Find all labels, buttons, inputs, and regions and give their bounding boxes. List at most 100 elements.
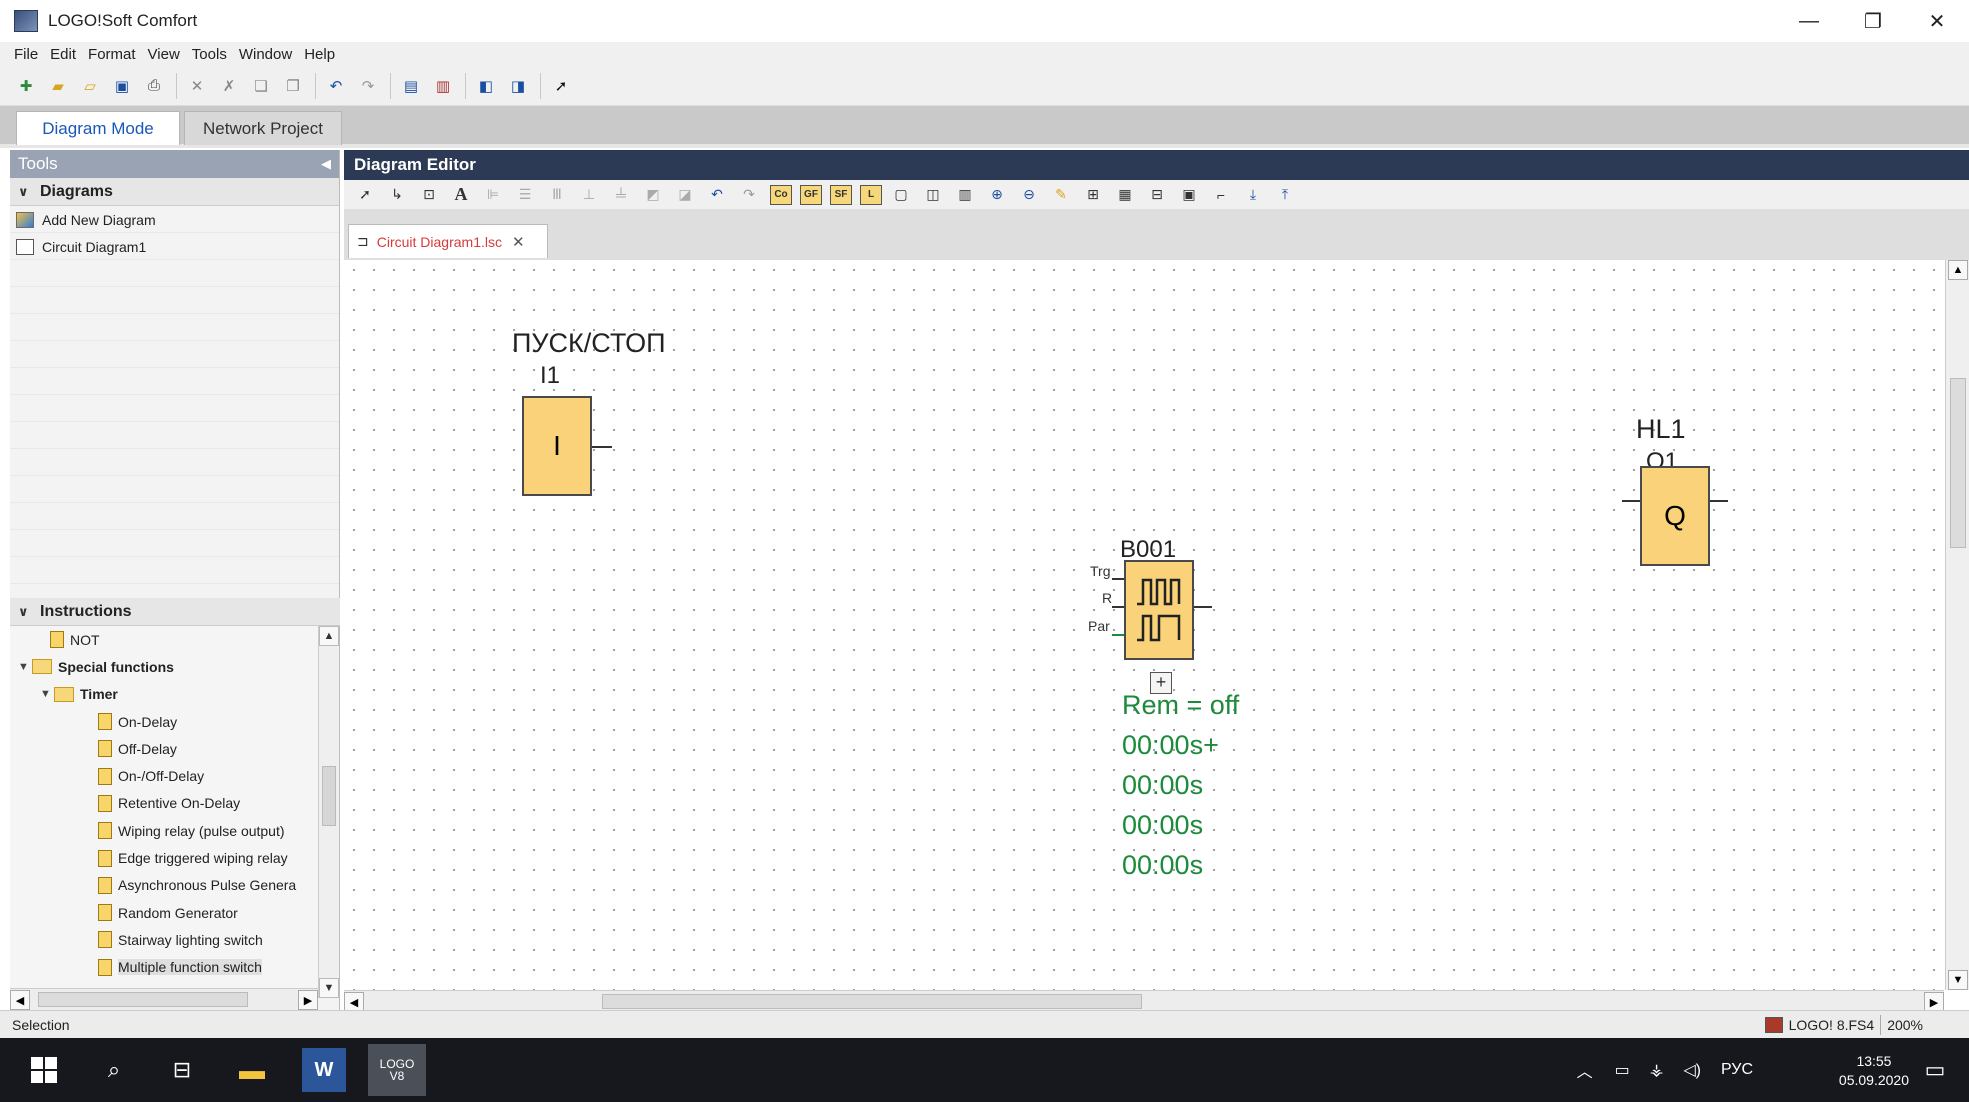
network-icon[interactable]: ⚶ — [1650, 1060, 1664, 1080]
scrollbar-thumb[interactable] — [1950, 378, 1966, 548]
tree-item-random-generator[interactable]: Random Generator — [10, 899, 318, 926]
tree-item-retentive-on-delay[interactable]: Retentive On-Delay — [10, 790, 318, 817]
align-top-icon[interactable]: Ⅲ — [546, 184, 568, 206]
cut-connection-icon[interactable]: ⊡ — [418, 184, 440, 206]
single-view-icon[interactable]: ▢ — [890, 184, 912, 206]
instructions-section-header[interactable]: ∨ Instructions — [10, 598, 340, 626]
connector-list-icon[interactable]: ⊟ — [1146, 184, 1168, 206]
copy-icon[interactable]: ❏ — [249, 74, 273, 98]
tree-item-edge-triggered-wiping-relay[interactable]: Edge triggered wiping relay — [10, 844, 318, 871]
tree-item-off-delay[interactable]: Off-Delay — [10, 735, 318, 762]
scroll-right-icon[interactable]: ▶ — [1924, 992, 1944, 1012]
scrollbar-thumb[interactable] — [38, 992, 248, 1007]
distribute-vertical-icon[interactable]: ╧ — [610, 184, 632, 206]
restore-button[interactable]: ❐ — [1841, 0, 1905, 42]
scroll-up-icon[interactable]: ▲ — [319, 626, 339, 646]
open-folder-icon[interactable]: ▰ — [46, 74, 70, 98]
function-output-pin[interactable] — [1194, 606, 1212, 608]
clock[interactable]: 13:55 05.09.2020 — [1839, 1052, 1909, 1090]
tree-item-special-functions[interactable]: ▼ Special functions — [10, 653, 318, 680]
editor-undo-icon[interactable]: ↶ — [706, 184, 728, 206]
scroll-left-icon[interactable]: ◀ — [344, 992, 364, 1012]
redo-icon[interactable]: ↷ — [356, 74, 380, 98]
triple-view-icon[interactable]: ▥ — [954, 184, 976, 206]
expand-arrow-icon[interactable]: ▼ — [40, 688, 54, 700]
menu-view[interactable]: View — [148, 46, 180, 63]
par-pin[interactable] — [1112, 634, 1124, 636]
constants-toolbox-button[interactable]: Co — [770, 184, 792, 205]
trg-pin[interactable] — [1112, 578, 1124, 580]
layer-toolbox-button[interactable]: L — [860, 184, 882, 205]
online-test-icon[interactable]: ◧ — [474, 74, 498, 98]
new-file-icon[interactable]: ✚ — [14, 74, 38, 98]
zoom-in-icon[interactable]: ⊕ — [986, 184, 1008, 206]
scroll-down-icon[interactable]: ▼ — [319, 978, 339, 998]
collapse-panel-icon[interactable]: ◀ — [321, 156, 331, 172]
transfer-from-device-icon[interactable]: ▥ — [431, 74, 455, 98]
tools-horizontal-scrollbar[interactable]: ◀ ▶ — [10, 988, 318, 1010]
align-left-icon[interactable]: ⊫ — [482, 184, 504, 206]
output-out-pin[interactable] — [1710, 500, 1728, 502]
input-pin[interactable] — [592, 446, 612, 448]
tree-item-multiple-function-switch[interactable]: Multiple function switch — [10, 954, 318, 981]
close-tab-icon[interactable]: ✕ — [512, 233, 525, 251]
menu-edit[interactable]: Edit — [50, 46, 76, 63]
menu-help[interactable]: Help — [304, 46, 335, 63]
page-layout-icon[interactable]: ▣ — [1178, 184, 1200, 206]
transfer-to-device-icon[interactable]: ▤ — [399, 74, 423, 98]
show-hidden-icons-icon[interactable]: ︿ — [1577, 1058, 1593, 1082]
open-recent-icon[interactable]: ▱ — [78, 74, 102, 98]
input-block-i1[interactable]: I — [522, 396, 592, 496]
circuit-diagram-item[interactable]: Circuit Diagram1 — [10, 233, 339, 260]
distribute-horizontal-icon[interactable]: ⊥ — [578, 184, 600, 206]
tab-diagram-mode[interactable]: Diagram Mode — [16, 111, 180, 145]
save-icon[interactable]: ▣ — [110, 74, 134, 98]
close-window-button[interactable]: ✕ — [1905, 0, 1969, 42]
scroll-right-icon[interactable]: ▶ — [298, 990, 318, 1010]
send-down-icon[interactable]: ⤓ — [1242, 184, 1264, 206]
output-block-q1[interactable]: Q — [1640, 466, 1710, 566]
canvas-horizontal-scrollbar[interactable]: ◀ ▶ — [344, 990, 1944, 1012]
paste-icon[interactable]: ❐ — [281, 74, 305, 98]
basic-functions-toolbox-button[interactable]: GF — [800, 184, 822, 205]
tree-item-timer[interactable]: ▼ Timer — [10, 681, 318, 708]
scrollbar-thumb[interactable] — [322, 766, 336, 826]
step-back-icon[interactable]: ⌐ — [1210, 184, 1232, 206]
menu-tools[interactable]: Tools — [192, 46, 227, 63]
tree-item-on-off-delay[interactable]: On-/Off-Delay — [10, 762, 318, 789]
add-new-diagram-item[interactable]: Add New Diagram — [10, 206, 339, 233]
diagram-canvas[interactable]: ПУСК/СТОП I1 I HL1 Q1 Q B001 Trg R Par +… — [344, 260, 1944, 990]
simulation-icon[interactable]: ◨ — [506, 74, 530, 98]
scroll-left-icon[interactable]: ◀ — [10, 990, 30, 1010]
align-center-icon[interactable]: ☰ — [514, 184, 536, 206]
join-connection-icon[interactable]: ◪ — [674, 184, 696, 206]
zoom-out-icon[interactable]: ⊖ — [1018, 184, 1040, 206]
select-tool-icon[interactable]: ➚ — [354, 184, 376, 206]
diagrams-section-header[interactable]: ∨ Diagrams — [10, 178, 339, 206]
task-view-icon[interactable]: ⊟ — [160, 1048, 204, 1092]
tree-item-on-delay[interactable]: On-Delay — [10, 708, 318, 735]
input-language[interactable]: РУС — [1721, 1061, 1753, 1079]
notifications-icon[interactable]: ▭ — [1913, 1048, 1957, 1092]
tree-item-wiping-relay[interactable]: Wiping relay (pulse output) — [10, 817, 318, 844]
minimize-button[interactable]: — — [1777, 0, 1841, 42]
expand-arrow-icon[interactable]: ▼ — [18, 661, 32, 673]
menu-file[interactable]: File — [14, 46, 38, 63]
cut-icon[interactable]: ✕ — [185, 74, 209, 98]
context-help-icon[interactable]: ➚ — [549, 74, 573, 98]
output-input-pin[interactable] — [1622, 500, 1640, 502]
scroll-up-icon[interactable]: ▲ — [1948, 260, 1968, 280]
menu-window[interactable]: Window — [239, 46, 292, 63]
tree-item-async-pulse-generator[interactable]: Asynchronous Pulse Genera — [10, 872, 318, 899]
volume-icon[interactable]: ◁) — [1683, 1060, 1701, 1080]
tab-network-project[interactable]: Network Project — [184, 111, 342, 145]
properties-icon[interactable]: ▦ — [1114, 184, 1136, 206]
battery-icon[interactable]: ▭ — [1615, 1060, 1630, 1080]
text-tool-icon[interactable]: A — [450, 184, 472, 206]
tab-circuit-diagram[interactable]: ⊐ Circuit Diagram1.lsc ✕ — [348, 224, 548, 258]
print-icon[interactable]: ⎙ — [142, 74, 166, 98]
scroll-down-icon[interactable]: ▼ — [1948, 970, 1968, 990]
instructions-vertical-scrollbar[interactable]: ▲ ▼ — [318, 626, 339, 998]
search-icon[interactable]: ⌕ — [92, 1048, 136, 1092]
tree-item-stairway-lighting-switch[interactable]: Stairway lighting switch — [10, 926, 318, 953]
